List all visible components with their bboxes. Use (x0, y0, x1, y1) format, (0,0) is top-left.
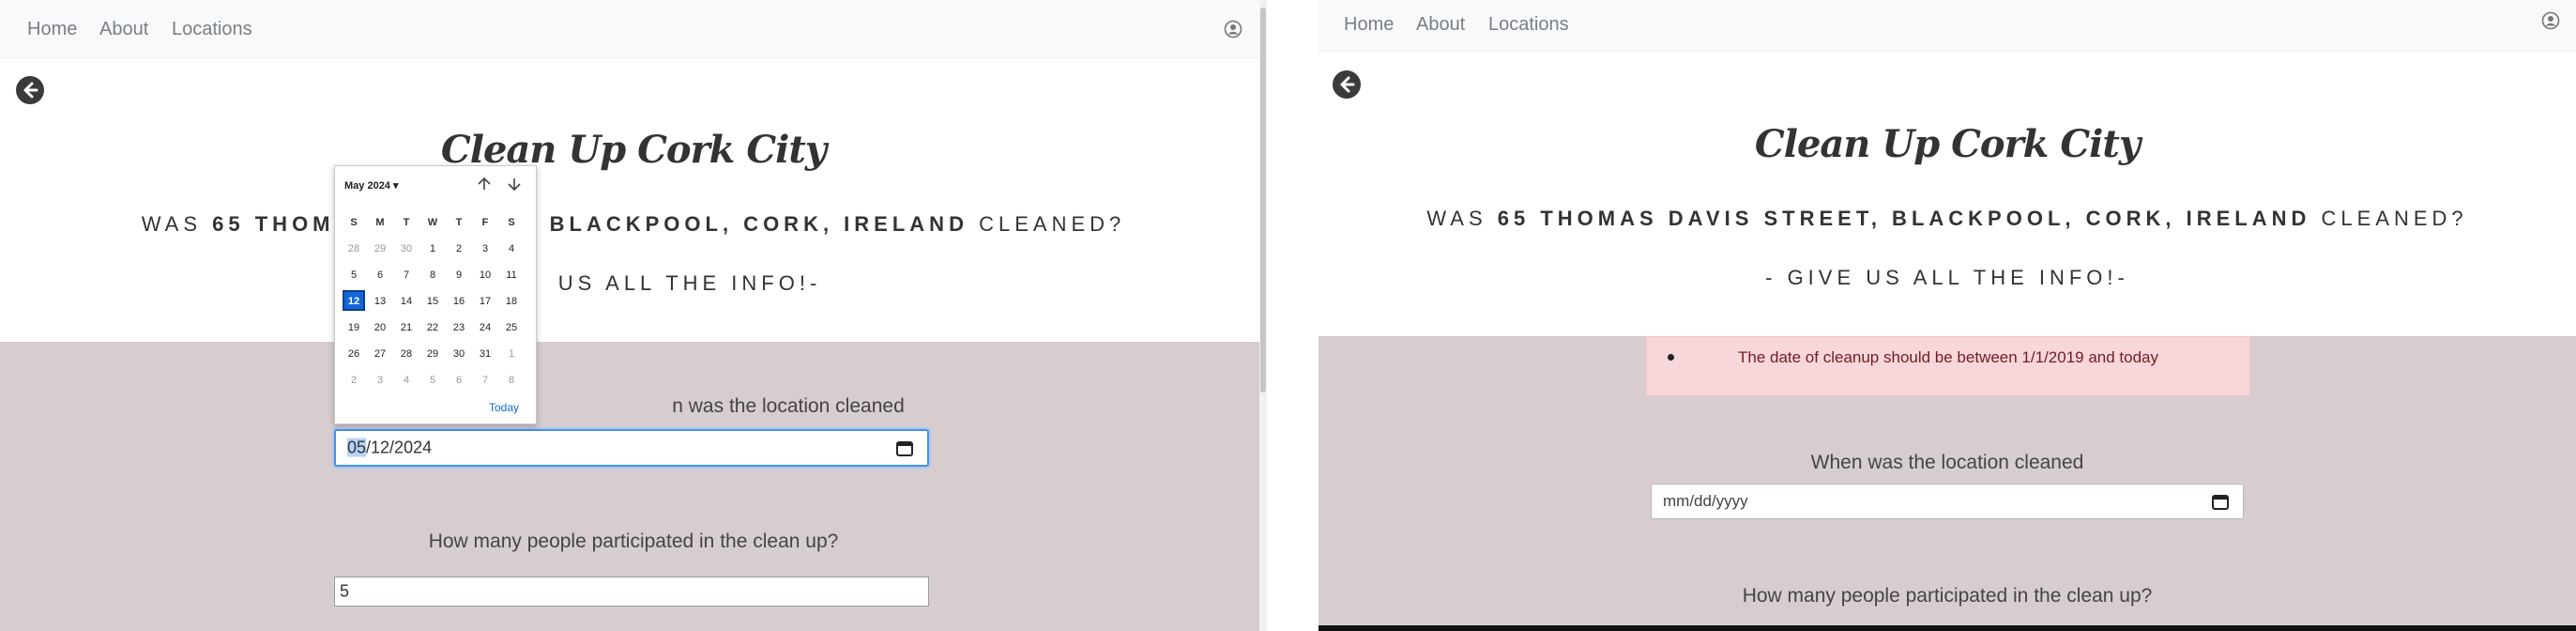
weekday-header: M (375, 217, 385, 228)
calendar-day-selected[interactable]: 12 (341, 288, 367, 315)
user-icon[interactable] (2541, 11, 2560, 30)
scrollbar[interactable] (1259, 0, 1267, 631)
calendar-day[interactable]: 3 (367, 367, 393, 393)
nav-locations-link[interactable]: Locations (172, 19, 252, 40)
calendar-day[interactable]: 17 (472, 288, 498, 315)
calendar-day[interactable]: 30 (446, 341, 472, 367)
calendar-day[interactable]: 23 (446, 315, 472, 341)
nav-about-link[interactable]: About (99, 19, 148, 40)
calendar-day[interactable]: 31 (472, 341, 498, 367)
calendar-day[interactable]: 3 (472, 236, 498, 262)
calendar-day[interactable]: 24 (472, 315, 498, 341)
calendar-day[interactable]: 1 (419, 236, 446, 262)
calendar-day[interactable]: 26 (341, 341, 367, 367)
form-panel: The date of cleanup should be between 1/… (1318, 336, 2576, 631)
calendar-day[interactable]: 5 (419, 367, 446, 393)
calendar-day[interactable]: 5 (341, 262, 367, 288)
calendar-day[interactable]: 25 (498, 315, 525, 341)
navbar: Home About Locations (0, 0, 1267, 58)
calendar-day[interactable]: 10 (472, 262, 498, 288)
calendar-day[interactable]: 18 (498, 288, 525, 315)
calendar-day[interactable]: 30 (393, 236, 419, 262)
question-heading: WAS 65 THOMAS DAVIS STREET, BLACKPOOL, C… (1426, 207, 2468, 230)
question-heading: WAS 65 THOMA T, BLACKPOOL, CORK, IRELAND … (141, 212, 1126, 236)
next-month-icon[interactable] (506, 176, 523, 192)
calendar-day[interactable]: 2 (341, 367, 367, 393)
calendar-day[interactable]: 8 (498, 367, 525, 393)
nav-home-link[interactable]: Home (1344, 14, 1394, 36)
date-input[interactable]: 05/12/2024 (334, 429, 929, 467)
error-message: The date of cleanup should be between 1/… (1737, 348, 2159, 366)
scroll-thumb[interactable] (1260, 8, 1266, 392)
date-picker-popup: May 2024 ▾ S M T W T F S 28 29 30 1 2 3 4 5 6 7 8 9 10 11 12 1… (334, 165, 537, 424)
calendar-day[interactable]: 29 (419, 341, 446, 367)
calendar-day[interactable]: 20 (367, 315, 393, 341)
weekday-header: F (481, 217, 489, 228)
calendar-day[interactable]: 6 (446, 367, 472, 393)
date-label: When was the location cleaned (1810, 452, 2084, 473)
info-heading: US ALL THE INFO!- (557, 271, 822, 295)
date-label: n was the location cleaned (672, 395, 905, 417)
bottom-edge (1318, 625, 2576, 631)
page-title: Clean Up Cork City (1754, 122, 2141, 166)
today-button[interactable]: Today (489, 401, 519, 414)
calendar-day[interactable]: 7 (472, 367, 498, 393)
info-heading: - GIVE US ALL THE INFO!- (1765, 266, 2129, 289)
calendar-day[interactable]: 21 (393, 315, 419, 341)
calendar-day[interactable]: 19 (341, 315, 367, 341)
error-alert: The date of cleanup should be between 1/… (1646, 336, 2250, 396)
calendar-icon[interactable] (2211, 492, 2230, 511)
back-arrow-icon[interactable] (15, 75, 45, 105)
people-label: How many people participated in the clea… (428, 531, 839, 552)
calendar-icon[interactable] (895, 439, 914, 457)
calendar-day[interactable]: 28 (341, 236, 367, 262)
calendar-day[interactable]: 8 (419, 262, 446, 288)
people-label: How many people participated in the clea… (1742, 585, 2153, 607)
calendar-day[interactable]: 27 (367, 341, 393, 367)
date-input[interactable]: mm/dd/yyyy (1651, 484, 2244, 519)
back-arrow-icon[interactable] (1332, 69, 1362, 100)
weekday-header: S (350, 217, 358, 228)
right-screen: Home About Locations Clean Up Cork City … (1318, 0, 2576, 631)
previous-month-icon[interactable] (476, 176, 493, 192)
page-title: Clean Up Cork City (440, 128, 827, 172)
calendar-day[interactable]: 14 (393, 288, 419, 315)
people-count-input[interactable]: 5 (334, 577, 929, 607)
user-icon[interactable] (1224, 20, 1242, 38)
nav-home-link[interactable]: Home (27, 19, 77, 40)
calendar-day[interactable]: 22 (419, 315, 446, 341)
calendar-day[interactable]: 11 (498, 262, 525, 288)
form-panel: n was the location cleaned 05/12/2024 Ho… (0, 342, 1267, 631)
weekday-header: T (455, 217, 463, 228)
calendar-day[interactable]: 28 (393, 341, 419, 367)
calendar-day[interactable]: 1 (498, 341, 525, 367)
nav-about-link[interactable]: About (1416, 14, 1465, 36)
calendar-day[interactable]: 13 (367, 288, 393, 315)
calendar-grid: S M T W T F S 28 29 30 1 2 3 4 5 6 7 8 9 10 11 12 13 14 15 16 17 18… (341, 209, 528, 393)
calendar-day[interactable]: 9 (446, 262, 472, 288)
divider (1267, 0, 1318, 631)
calendar-day[interactable]: 2 (446, 236, 472, 262)
calendar-day[interactable]: 29 (367, 236, 393, 262)
calendar-day[interactable]: 6 (367, 262, 393, 288)
calendar-day[interactable]: 7 (393, 262, 419, 288)
weekday-header: T (403, 217, 410, 228)
nav-locations-link[interactable]: Locations (1488, 14, 1569, 36)
calendar-day[interactable]: 16 (446, 288, 472, 315)
navbar: Home About Locations (1318, 0, 2576, 52)
weekday-header: S (508, 217, 515, 228)
calendar-day[interactable]: 4 (393, 367, 419, 393)
left-screen: Home About Locations Clean Up Cork City … (0, 0, 1267, 631)
month-selector[interactable]: May 2024 ▾ (344, 179, 399, 192)
calendar-day[interactable]: 4 (498, 236, 525, 262)
weekday-header: W (427, 217, 438, 228)
calendar-day[interactable]: 15 (419, 288, 446, 315)
